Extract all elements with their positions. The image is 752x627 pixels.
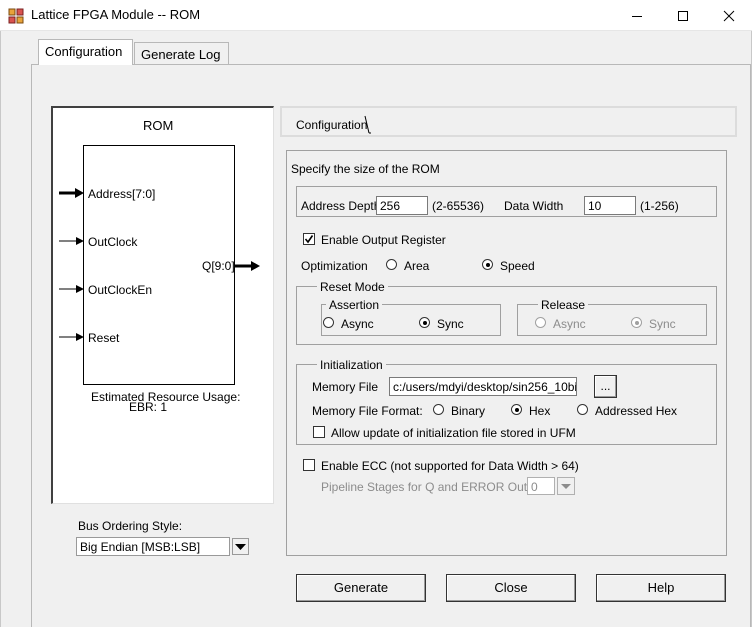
browse-button[interactable]: ... (594, 375, 617, 398)
assertion-legend: Assertion (326, 298, 383, 312)
release-sync-label: Sync (649, 317, 676, 331)
tab-panel: ROM Address[7:0] OutClock OutClockEn Res… (31, 64, 751, 627)
port-outclock: OutClock (88, 235, 138, 249)
size-heading: Specify the size of the ROM (291, 162, 440, 176)
format-binary-radio[interactable] (433, 404, 444, 415)
format-addressed-hex-label: Addressed Hex (595, 404, 678, 418)
release-sync-radio[interactable] (631, 317, 642, 328)
window-title: Lattice FPGA Module -- ROM (31, 7, 201, 22)
maximize-icon (678, 10, 688, 21)
optimization-area-label: Area (404, 259, 430, 273)
enable-output-register-label: Enable Output Register (321, 233, 446, 247)
assertion-sync-radio[interactable] (419, 317, 430, 328)
port-reset: Reset (88, 331, 120, 345)
close-button[interactable]: Close (446, 574, 576, 602)
resource-value: EBR: 1 (129, 400, 168, 414)
bus-ordering-dropdown[interactable] (232, 538, 249, 555)
config-frame: Specify the size of the ROM Address Dept… (286, 150, 727, 556)
memory-file-label: Memory File (312, 380, 379, 394)
format-hex-label: Hex (529, 404, 551, 418)
initialization-legend: Initialization (317, 358, 386, 372)
address-depth-label: Address Depth (301, 199, 381, 213)
app-icon (8, 8, 24, 24)
format-hex-radio[interactable] (511, 404, 522, 415)
module-name: ROM (143, 118, 174, 133)
maximize-button[interactable] (660, 0, 706, 31)
inner-tab-configuration[interactable]: Configuration (296, 118, 367, 132)
port-q: Q[9:0] (202, 259, 235, 273)
port-outclocken: OutClockEn (88, 283, 153, 297)
optimization-speed-radio[interactable] (482, 259, 493, 270)
minimize-button[interactable] (614, 0, 660, 31)
address-depth-range: (2-65536) (432, 199, 485, 213)
reset-mode-legend: Reset Mode (317, 280, 388, 294)
port-address: Address[7:0] (88, 187, 156, 201)
output-arrow (235, 261, 260, 271)
bus-ordering-label: Bus Ordering Style: (78, 519, 183, 533)
assertion-sync-label: Sync (437, 317, 464, 331)
input-arrows (59, 188, 84, 341)
help-button[interactable]: Help (596, 574, 726, 602)
optimization-label: Optimization (301, 259, 368, 273)
assertion-async-radio[interactable] (323, 317, 334, 328)
assertion-async-label: Async (341, 317, 374, 331)
memory-file-input[interactable]: c:/users/mdyi/desktop/sin256_10bit_! (389, 377, 577, 396)
tab-configuration[interactable]: Configuration (38, 39, 133, 65)
format-addressed-hex-radio[interactable] (577, 404, 588, 415)
release-legend: Release (538, 298, 589, 312)
optimization-area-radio[interactable] (386, 259, 397, 270)
data-width-label: Data Width (504, 199, 564, 213)
data-width-input[interactable]: 10 (584, 196, 636, 215)
module-preview: ROM Address[7:0] OutClock OutClockEn Res… (51, 106, 274, 504)
pipeline-select[interactable]: 0 (527, 477, 555, 495)
enable-output-register-checkbox[interactable] (303, 233, 315, 245)
pipeline-dropdown[interactable] (557, 477, 575, 495)
allow-update-checkbox[interactable] (313, 426, 325, 438)
allow-update-label: Allow update of initialization file stor… (331, 426, 576, 440)
memory-format-label: Memory File Format: (312, 404, 423, 418)
tab-edge-icon (364, 115, 371, 134)
close-icon (723, 10, 735, 21)
format-binary-label: Binary (451, 404, 486, 418)
minimize-icon (632, 15, 642, 17)
pipeline-label: Pipeline Stages for Q and ERROR Outputs (321, 480, 550, 494)
checkmark-icon (304, 235, 314, 244)
tab-generate-log[interactable]: Generate Log (134, 42, 229, 66)
chevron-down-icon (561, 484, 571, 489)
release-async-radio[interactable] (535, 317, 546, 328)
generate-button[interactable]: Generate (296, 574, 426, 602)
release-async-label: Async (553, 317, 586, 331)
data-width-range: (1-256) (640, 199, 679, 213)
enable-ecc-checkbox[interactable] (303, 459, 315, 471)
dialog-body: Configuration Generate Log ROM Address[7… (0, 31, 752, 627)
inner-tab-strip: Configuration (280, 106, 737, 137)
address-depth-input[interactable]: 256 (376, 196, 428, 215)
optimization-speed-label: Speed (500, 259, 535, 273)
close-window-button[interactable] (706, 0, 752, 31)
bus-ordering-select[interactable]: Big Endian [MSB:LSB] (76, 537, 230, 556)
enable-ecc-label: Enable ECC (not supported for Data Width… (321, 459, 579, 473)
title-bar: Lattice FPGA Module -- ROM (0, 0, 752, 31)
chevron-down-icon (235, 544, 246, 550)
